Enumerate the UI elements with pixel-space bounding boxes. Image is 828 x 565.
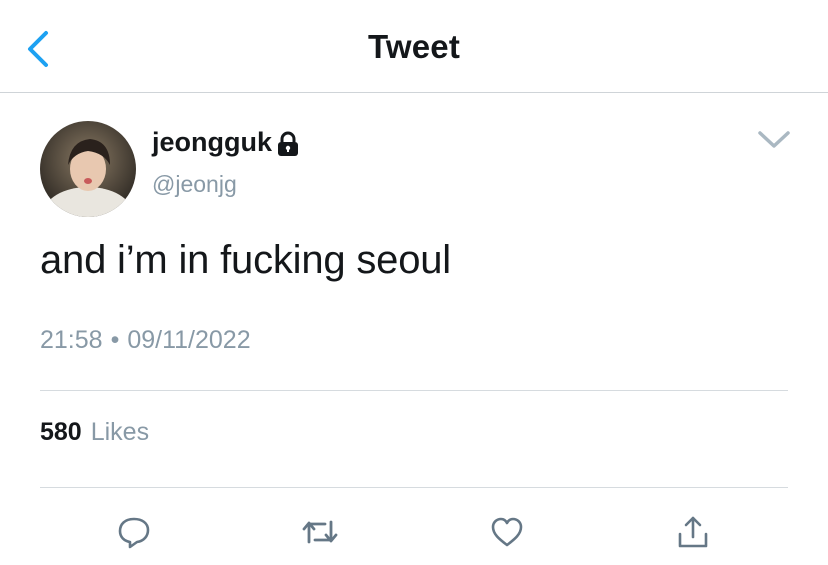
avatar[interactable]	[40, 121, 136, 217]
timestamp-separator: •	[110, 326, 120, 354]
chevron-down-icon	[758, 131, 790, 148]
avatar-image	[40, 121, 136, 217]
likes-label: Likes	[90, 418, 150, 446]
divider	[40, 487, 788, 488]
retweet-icon	[302, 520, 338, 544]
share-icon	[678, 516, 708, 548]
divider	[40, 390, 788, 391]
share-button[interactable]	[673, 512, 713, 552]
retweet-button[interactable]	[300, 512, 340, 552]
tweet-timestamp: 21:58 • 09/11/2022	[40, 326, 251, 355]
likes-count: 580	[40, 418, 82, 446]
display-name[interactable]: jeongguk	[152, 127, 272, 158]
like-button[interactable]	[487, 512, 527, 552]
tweet-time: 21:58	[40, 326, 103, 354]
likes-stat[interactable]: 580 Likes	[40, 418, 149, 447]
reply-button[interactable]	[114, 512, 154, 552]
reply-icon	[118, 517, 150, 549]
top-bar: Tweet	[0, 0, 828, 93]
lock-icon	[276, 131, 300, 157]
author-name-row: jeongguk	[152, 127, 300, 158]
tweet-text: and i’m in fucking seoul	[40, 238, 451, 282]
page-title: Tweet	[367, 28, 461, 65]
heart-icon	[491, 517, 523, 547]
more-options-button[interactable]	[756, 127, 792, 151]
tweet-date: 09/11/2022	[127, 326, 251, 354]
user-handle[interactable]: @jeonjg	[152, 171, 237, 198]
